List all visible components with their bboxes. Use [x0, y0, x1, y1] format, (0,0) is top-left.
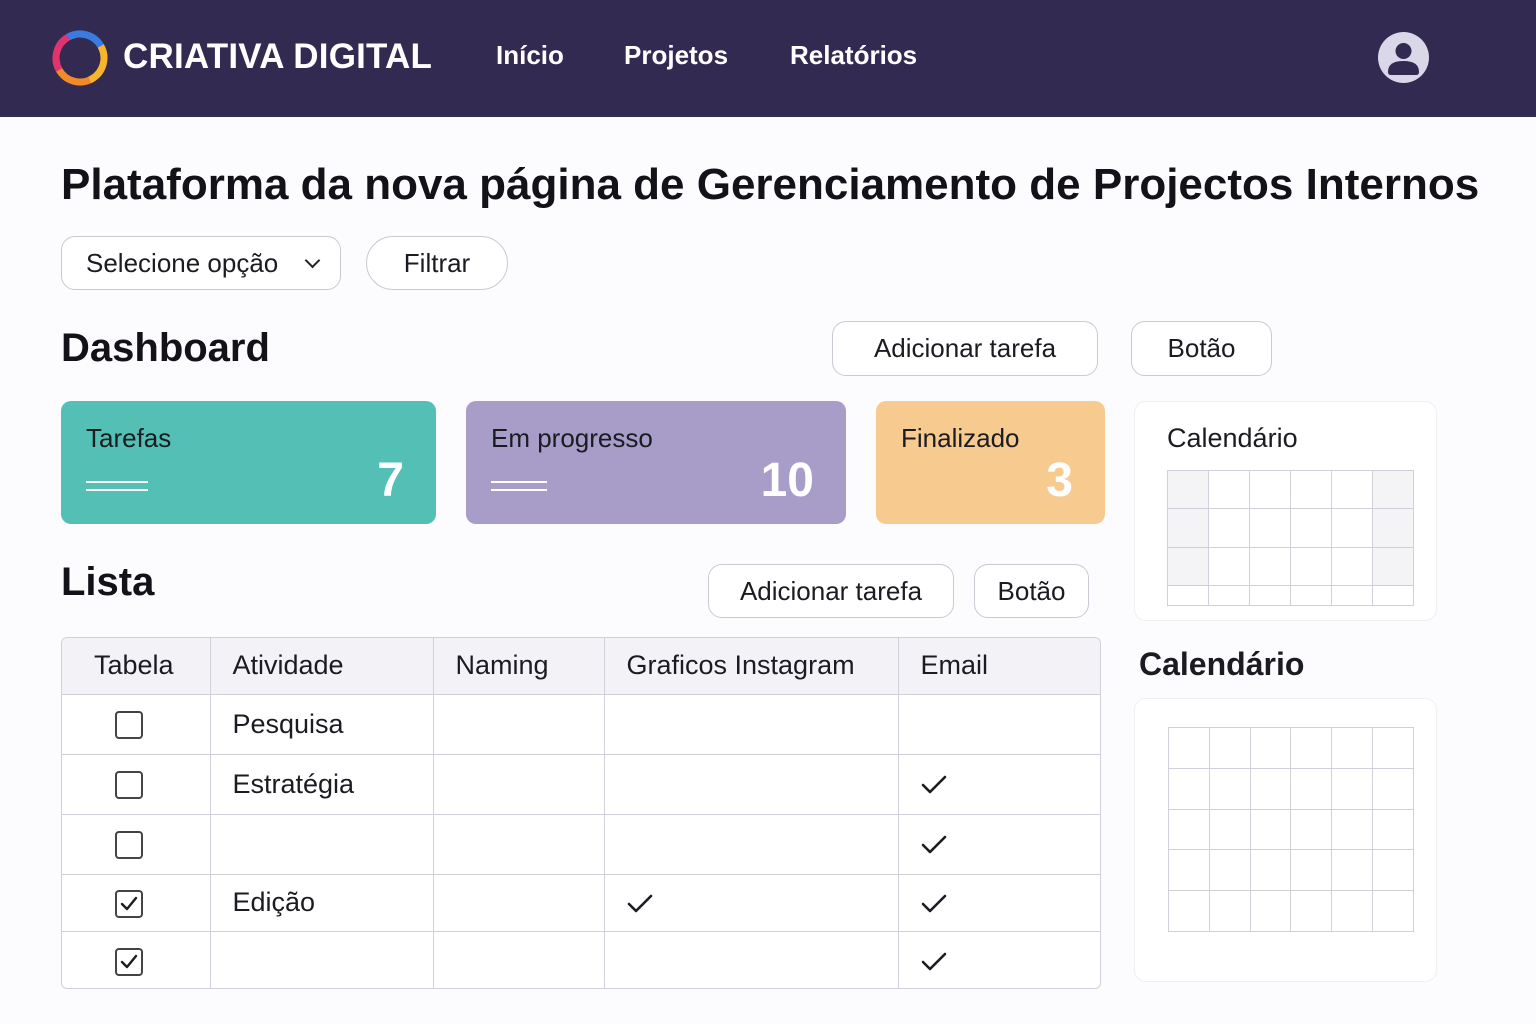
naming-cell[interactable] [433, 874, 605, 932]
calendar-title: Calendário [1167, 423, 1298, 453]
card-finalizado-value: 3 [1046, 454, 1073, 507]
dashboard-generic-button[interactable]: Botão [1131, 321, 1272, 376]
column-header-graficos-instagram[interactable]: Graficos Instagram [604, 638, 899, 695]
list-heading: Lista [61, 560, 155, 604]
calendar-widget: Calendário [1134, 401, 1437, 621]
user-avatar-icon[interactable] [1378, 32, 1429, 83]
instagram-cell[interactable] [604, 754, 899, 815]
row-checkbox-checked[interactable] [115, 947, 143, 976]
table-row[interactable]: Edição [62, 874, 1100, 932]
email-cell[interactable] [898, 814, 1100, 875]
chevron-down-icon [304, 252, 321, 269]
option-select[interactable]: Selecione opção [61, 236, 341, 290]
card-divider [86, 481, 148, 483]
calendar-grid [1167, 469, 1414, 606]
column-header-email[interactable]: Email [898, 638, 1100, 695]
table-row[interactable] [62, 931, 1100, 988]
option-select-value: Selecione opção [86, 247, 279, 278]
row-checkbox[interactable] [115, 711, 143, 740]
card-finalizado[interactable]: Finalizado 3 [876, 401, 1105, 524]
list-generic-button[interactable]: Botão [974, 564, 1089, 618]
card-divider [86, 489, 148, 491]
activity-cell[interactable]: Estratégia [210, 754, 434, 815]
row-checkbox-cell [62, 814, 211, 875]
naming-cell[interactable] [433, 694, 605, 755]
table-row[interactable]: Pesquisa [62, 694, 1100, 755]
calendar-heading: Calendário [1139, 646, 1305, 682]
calendar-grid [1168, 727, 1414, 932]
naming-cell[interactable] [433, 754, 605, 815]
page-title: Plataforma da nova página de Gerenciamen… [61, 160, 1480, 209]
top-navigation-bar: CRIATIVA DIGITAL Início Projetos Relatór… [0, 0, 1536, 117]
swirl-logo-icon[interactable] [52, 30, 108, 86]
instagram-cell[interactable] [604, 694, 899, 755]
card-em-progresso[interactable]: Em progresso 10 [466, 401, 846, 524]
column-header-atividade[interactable]: Atividade [210, 638, 434, 695]
email-cell[interactable] [898, 754, 1100, 815]
card-divider [491, 489, 547, 491]
row-checkbox-cell [62, 694, 211, 755]
nav-item-inicio[interactable]: Início [496, 40, 564, 71]
row-checkbox-cell [62, 754, 211, 815]
checkmark-icon [921, 887, 947, 917]
instagram-cell[interactable] [604, 874, 899, 932]
checkmark-icon [921, 945, 947, 975]
naming-cell[interactable] [433, 931, 605, 988]
email-cell[interactable] [898, 694, 1100, 755]
column-header-tabela[interactable]: Tabela [62, 638, 211, 695]
instagram-cell[interactable] [604, 931, 899, 988]
activity-cell[interactable]: Edição [210, 874, 434, 932]
checkmark-icon [921, 769, 947, 799]
nav-item-relatorios[interactable]: Relatórios [790, 40, 917, 71]
column-header-naming[interactable]: Naming [433, 638, 605, 695]
brand-name[interactable]: CRIATIVA DIGITAL [123, 37, 432, 77]
row-checkbox[interactable] [115, 771, 143, 800]
email-cell[interactable] [898, 931, 1100, 988]
task-table: Tabela Atividade Naming Graficos Instagr… [61, 637, 1101, 989]
checkmark-icon [921, 829, 947, 859]
table-row[interactable]: Estratégia [62, 754, 1100, 815]
card-em-progresso-label: Em progresso [491, 423, 653, 453]
instagram-cell[interactable] [604, 814, 899, 875]
calendar-widget [1134, 698, 1437, 982]
nav-item-projetos[interactable]: Projetos [624, 40, 728, 71]
activity-cell[interactable] [210, 931, 434, 988]
card-tarefas[interactable]: Tarefas 7 [61, 401, 436, 524]
activity-cell[interactable] [210, 814, 434, 875]
table-header-row: Tabela Atividade Naming Graficos Instagr… [62, 638, 1100, 695]
dashboard-heading: Dashboard [61, 326, 270, 370]
dashboard-add-task-button[interactable]: Adicionar tarefa [832, 321, 1098, 376]
card-tarefas-value: 7 [377, 454, 404, 507]
email-cell[interactable] [898, 874, 1100, 932]
card-em-progresso-value: 10 [760, 454, 814, 507]
card-finalizado-label: Finalizado [901, 423, 1020, 453]
row-checkbox-cell [62, 931, 211, 988]
row-checkbox[interactable] [115, 831, 143, 860]
list-add-task-button[interactable]: Adicionar tarefa [708, 564, 954, 618]
checkmark-icon [627, 887, 653, 917]
activity-cell[interactable]: Pesquisa [210, 694, 434, 755]
card-divider [491, 481, 547, 483]
table-row[interactable] [62, 814, 1100, 875]
card-tarefas-label: Tarefas [86, 423, 172, 453]
row-checkbox-checked[interactable] [115, 889, 143, 918]
naming-cell[interactable] [433, 814, 605, 875]
row-checkbox-cell [62, 874, 211, 932]
filter-button[interactable]: Filtrar [366, 236, 508, 290]
